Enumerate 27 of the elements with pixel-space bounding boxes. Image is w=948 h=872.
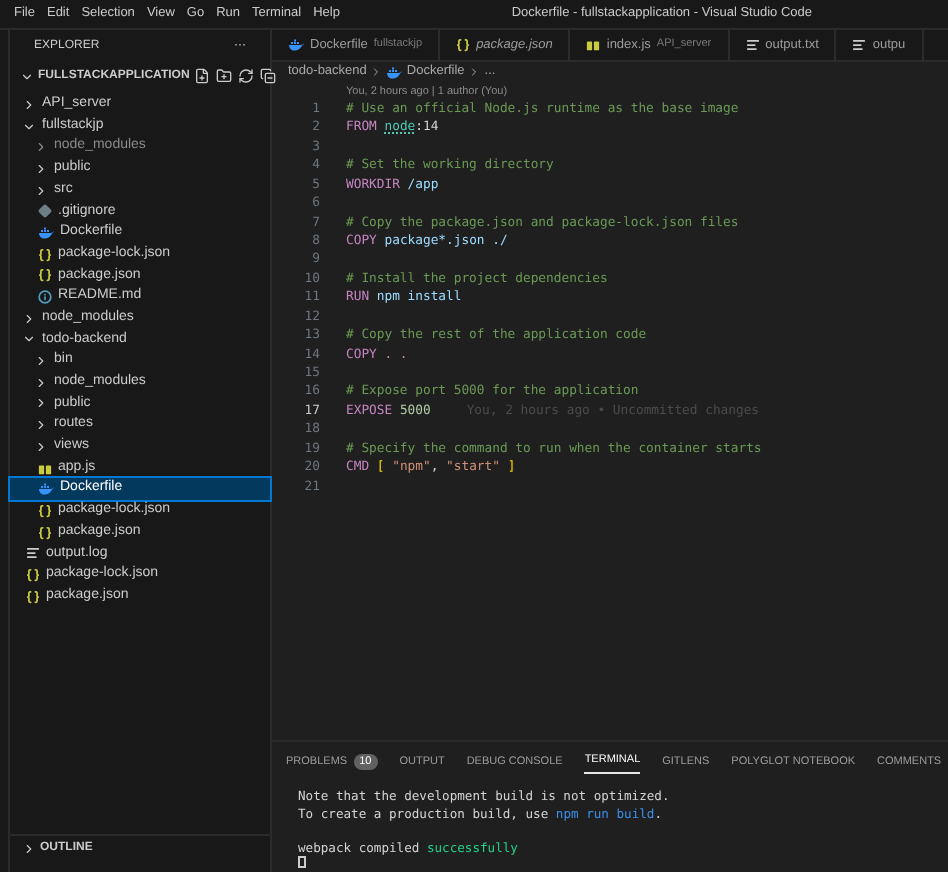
braces-icon (38, 247, 52, 262)
braces-icon (38, 525, 52, 540)
braces-icon (456, 38, 471, 52)
collapse-icon[interactable] (259, 68, 276, 84)
whale-icon (38, 482, 54, 497)
diamond-icon (38, 204, 52, 219)
lines-icon (745, 38, 760, 52)
chevron-right-icon (22, 97, 36, 112)
chevron-right-icon (468, 66, 481, 78)
braces-icon (26, 567, 40, 582)
refresh-icon[interactable] (237, 68, 254, 84)
info-icon (38, 290, 52, 305)
braces-icon (38, 503, 52, 518)
lines-icon (852, 38, 867, 52)
lines-icon (26, 546, 40, 561)
braces-icon (38, 268, 52, 283)
chevron-right-icon (370, 66, 383, 78)
chevron-down-icon (20, 69, 34, 83)
chevron-right-icon (22, 311, 36, 326)
whale-icon (288, 38, 304, 52)
terminal-cursor (298, 856, 306, 868)
braces-icon (26, 589, 40, 604)
new-folder-icon[interactable] (215, 68, 232, 84)
chevron-right-icon (22, 841, 36, 855)
chevron-down-icon (22, 332, 36, 347)
new-file-icon[interactable] (193, 68, 210, 84)
chevron-down-icon (22, 119, 36, 134)
